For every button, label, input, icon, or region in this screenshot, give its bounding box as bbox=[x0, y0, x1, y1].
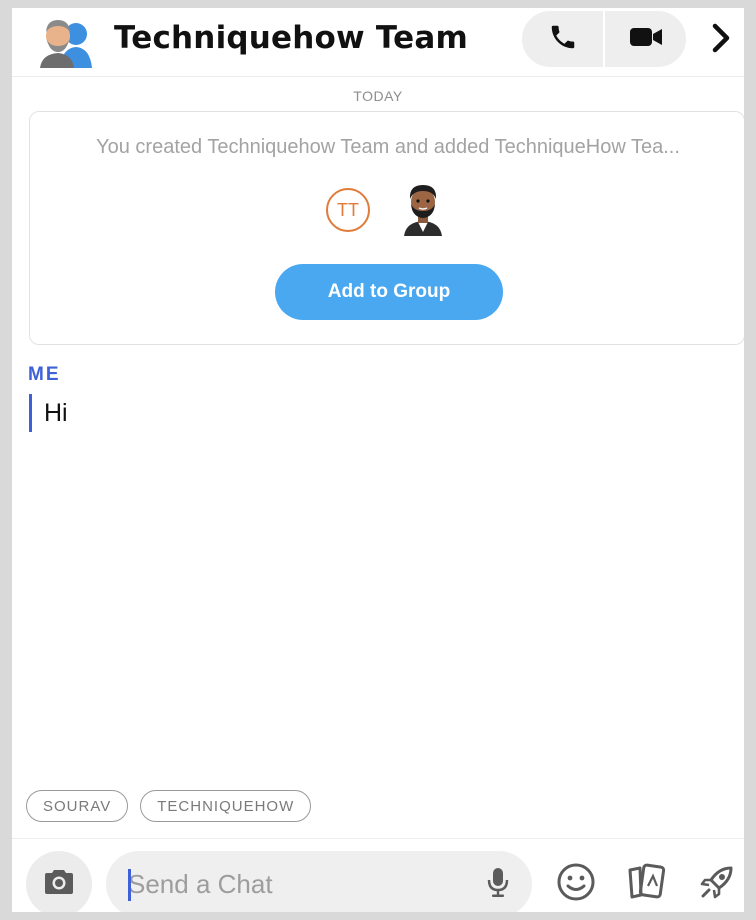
camera-icon bbox=[42, 868, 76, 900]
group-avatar-icon[interactable] bbox=[38, 14, 94, 70]
group-created-text: You created Techniquehow Team and added … bbox=[96, 136, 680, 158]
voice-call-button[interactable] bbox=[522, 11, 603, 67]
member-bitmoji-avatar[interactable] bbox=[398, 180, 448, 236]
chevron-right-icon bbox=[711, 23, 731, 57]
message-text: Hi bbox=[44, 398, 68, 427]
video-camera-icon bbox=[628, 24, 664, 54]
smiley-icon bbox=[556, 862, 596, 906]
chat-title[interactable]: Techniquehow Team bbox=[114, 20, 468, 56]
phone-icon bbox=[548, 22, 578, 56]
message-sender: ME bbox=[28, 364, 61, 385]
mention-chip-sourav[interactable]: SOURAV bbox=[26, 790, 129, 822]
mention-chip-techniquehow[interactable]: TECHNIQUEHOW bbox=[140, 790, 312, 822]
header-more-button[interactable] bbox=[706, 20, 736, 60]
chat-input[interactable] bbox=[128, 851, 458, 912]
camera-button[interactable] bbox=[26, 851, 92, 912]
stickers-button[interactable] bbox=[624, 861, 670, 907]
add-to-group-button[interactable]: Add to Group bbox=[275, 264, 503, 320]
chat-message[interactable]: Hi bbox=[29, 394, 68, 432]
cards-icon bbox=[626, 862, 668, 906]
member-initials-avatar[interactable]: TT bbox=[326, 188, 370, 232]
text-cursor bbox=[128, 869, 131, 901]
emoji-button[interactable] bbox=[553, 861, 599, 907]
games-button[interactable] bbox=[694, 861, 740, 907]
composer-bar bbox=[12, 838, 744, 912]
video-call-button[interactable] bbox=[605, 11, 686, 67]
call-buttons bbox=[522, 11, 686, 67]
group-created-card: You created Techniquehow Team and added … bbox=[29, 111, 744, 345]
microphone-icon bbox=[487, 866, 509, 902]
rocket-icon bbox=[697, 862, 737, 906]
mention-chips: SOURAV TECHNIQUEHOW bbox=[26, 790, 312, 822]
chat-input-container bbox=[106, 851, 532, 912]
chat-header: Techniquehow Team bbox=[12, 8, 744, 77]
voice-note-button[interactable] bbox=[480, 866, 516, 902]
day-separator: TODAY bbox=[353, 88, 403, 104]
chat-screen: Techniquehow Team TODAY You created Tech… bbox=[12, 8, 744, 912]
